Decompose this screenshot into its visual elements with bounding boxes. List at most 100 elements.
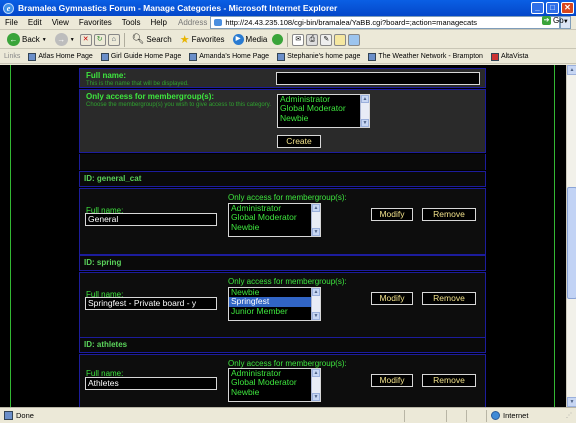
scroll-up-icon[interactable]: ▲	[312, 204, 320, 212]
discuss-icon[interactable]	[334, 33, 347, 46]
create-fullname-input[interactable]	[276, 72, 480, 85]
stop-icon[interactable]: ✕	[79, 33, 92, 46]
modify-button[interactable]: Modify	[371, 374, 413, 387]
favorites-button[interactable]: ★ Favorites	[177, 32, 228, 48]
create-membergroup-list[interactable]: Administrator Global Moderator Newbie ▲ ▼	[277, 94, 370, 128]
menu-file[interactable]: File	[0, 18, 23, 27]
go-button[interactable]: ➔ Go	[542, 16, 564, 25]
scroll-down-icon[interactable]: ▼	[567, 397, 576, 407]
back-dropdown-icon[interactable]: ▼	[42, 37, 47, 43]
scroll-up-icon[interactable]: ▲	[361, 95, 369, 103]
list-scrollbar[interactable]: ▲ ▼	[311, 204, 320, 236]
history-icon[interactable]	[272, 34, 284, 45]
section-divider	[79, 154, 486, 170]
media-label: Media	[245, 35, 268, 44]
status-text: Done	[16, 411, 34, 420]
status-bar: Done Internet ⋰	[0, 407, 576, 423]
window-title: Bramalea Gymnastics Forum - Manage Categ…	[18, 3, 338, 13]
minimize-button[interactable]: _	[531, 2, 544, 14]
scroll-up-icon[interactable]: ▲	[567, 65, 576, 75]
link-label: Stephanie's home page	[287, 53, 361, 60]
toolbar-separator	[287, 32, 289, 47]
menu-edit[interactable]: Edit	[23, 18, 47, 27]
remove-button[interactable]: Remove	[422, 292, 476, 305]
star-icon: ★	[179, 34, 190, 46]
messenger-icon[interactable]	[348, 33, 361, 46]
page-scrollbar[interactable]: ▲ ▼	[566, 65, 576, 407]
scroll-down-icon[interactable]: ▼	[312, 393, 320, 401]
remove-button[interactable]: Remove	[422, 374, 476, 387]
list-option[interactable]: Junior Member	[229, 306, 320, 316]
address-input[interactable]: http://24.43.235.108/cgi-bin/bramalea/Ya…	[210, 16, 561, 29]
link-weather[interactable]: The Weather Network - Brampton	[365, 52, 486, 61]
list-option[interactable]: Newbie	[229, 387, 320, 397]
category-id-header: ID: spring	[79, 255, 486, 271]
forward-arrow-icon: →	[54, 33, 68, 46]
address-label: Address	[178, 18, 208, 27]
list-option[interactable]: Newbie	[229, 222, 320, 232]
search-label: Search	[146, 35, 172, 44]
scroll-down-icon[interactable]: ▼	[312, 312, 320, 320]
modify-button[interactable]: Modify	[371, 292, 413, 305]
ie-logo-icon: e	[3, 2, 14, 14]
menu-tools[interactable]: Tools	[117, 18, 146, 27]
scrollbar-thumb[interactable]	[567, 187, 576, 299]
link-stephanie[interactable]: Stephanie's home page	[274, 52, 363, 61]
edit-icon[interactable]: ✎	[320, 33, 333, 46]
resize-grip-icon[interactable]: ⋰	[566, 412, 576, 419]
zone-cell: Internet	[486, 409, 566, 422]
maximize-button[interactable]: □	[546, 2, 559, 14]
favorites-label: Favorites	[191, 35, 225, 44]
links-label: Links	[4, 53, 21, 60]
toolbar: ← Back ▼ → ▼ ✕ ↻ ⌂ 🔍︎ Search ★ Favorites…	[0, 31, 576, 49]
page-content: Full name: This is the name that will be…	[0, 65, 566, 407]
menu-help[interactable]: Help	[145, 18, 171, 27]
link-girl-guide[interactable]: Girl Guide Home Page	[98, 52, 184, 61]
membergroup-list[interactable]: Administrator Global Moderator Newbie ▲ ▼	[228, 368, 321, 402]
back-button[interactable]: ← Back ▼	[4, 32, 50, 48]
create-button[interactable]: Create	[277, 135, 321, 148]
toolbar-separator	[123, 32, 125, 47]
category-name-input[interactable]: Springfest - Private board - y	[85, 297, 217, 310]
globe-icon	[491, 411, 500, 420]
list-scrollbar[interactable]: ▲ ▼	[360, 95, 369, 127]
category-name-input[interactable]: General	[85, 213, 217, 226]
category-name-input[interactable]: Athletes	[85, 377, 217, 390]
mail-icon[interactable]: ✉	[292, 33, 305, 46]
category-row: Full name: Athletes Only access for memb…	[79, 354, 486, 407]
list-option[interactable]: Newbie	[278, 113, 369, 123]
remove-button[interactable]: Remove	[422, 208, 476, 221]
scroll-up-icon[interactable]: ▲	[312, 369, 320, 377]
scroll-up-icon[interactable]: ▲	[312, 288, 320, 296]
category-row: Full name: Springfest - Private board - …	[79, 272, 486, 339]
refresh-icon[interactable]: ↻	[93, 33, 106, 46]
home-icon[interactable]: ⌂	[107, 33, 120, 46]
list-scrollbar[interactable]: ▲ ▼	[311, 288, 320, 320]
link-atlas[interactable]: Atlas Home Page	[25, 52, 95, 61]
media-button[interactable]: ▶ Media	[230, 32, 271, 48]
status-cell	[404, 409, 444, 422]
create-fullname-help: This is the name that will be displayed.	[86, 81, 189, 87]
menu-view[interactable]: View	[47, 18, 74, 27]
list-scrollbar[interactable]: ▲ ▼	[311, 369, 320, 401]
forward-button[interactable]: → ▼	[52, 32, 78, 48]
create-fullname-row: Full name: This is the name that will be…	[79, 68, 486, 88]
close-button[interactable]: ✕	[561, 2, 574, 14]
forward-dropdown-icon[interactable]: ▼	[70, 37, 75, 43]
scroll-down-icon[interactable]: ▼	[361, 119, 369, 127]
search-button[interactable]: 🔍︎ Search	[129, 32, 175, 48]
modify-button[interactable]: Modify	[371, 208, 413, 221]
link-altavista[interactable]: AltaVista	[488, 52, 532, 61]
membergroup-list[interactable]: Newbie Springfest Junior Member ▲ ▼	[228, 287, 321, 321]
print-icon[interactable]: ⎙	[306, 33, 319, 46]
create-access-row: Only access for membergroup(s): Choose t…	[79, 89, 486, 153]
scroll-down-icon[interactable]: ▼	[312, 228, 320, 236]
link-amanda[interactable]: Amanda's Home Page	[186, 52, 272, 61]
menu-favorites[interactable]: Favorites	[74, 18, 117, 27]
category-id-header: ID: athletes	[79, 337, 486, 353]
page-icon	[277, 52, 286, 61]
membergroup-list[interactable]: Administrator Global Moderator Newbie ▲ ▼	[228, 203, 321, 237]
link-label: Amanda's Home Page	[199, 53, 270, 60]
category-id-header: ID: general_cat	[79, 171, 486, 187]
create-fullname-label: Full name:	[86, 71, 127, 80]
